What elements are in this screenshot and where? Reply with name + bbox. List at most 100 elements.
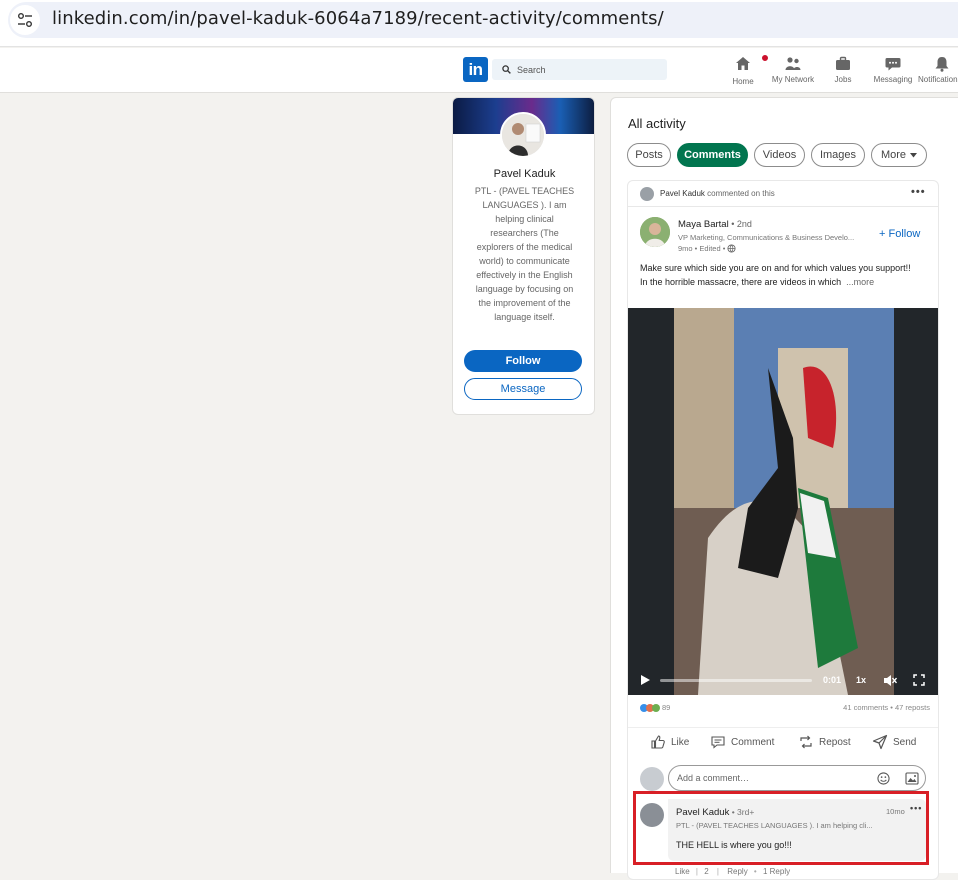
fullscreen-icon[interactable]: [913, 674, 925, 686]
search-icon: [502, 65, 511, 74]
nav-messaging[interactable]: Messaging: [868, 55, 918, 89]
muted-icon[interactable]: [883, 674, 897, 687]
author-meta: 9mo • Edited •: [678, 244, 736, 253]
repost-label: Repost: [819, 736, 851, 748]
post-text-line1: Make sure which side you are on and for …: [640, 263, 911, 273]
send-icon: [872, 734, 888, 750]
bell-icon: [935, 57, 949, 72]
filter-more-label: More: [880, 149, 907, 161]
filter-videos[interactable]: Videos: [754, 143, 805, 167]
comment-label: Comment: [731, 736, 775, 748]
nav-notifications-label: Notifications: [918, 75, 958, 84]
follow-button[interactable]: Follow: [464, 350, 582, 372]
context-name[interactable]: Pavel Kaduk: [660, 189, 705, 198]
comment-like-button[interactable]: Like: [675, 867, 690, 876]
url-text[interactable]: linkedin.com/in/pavel-kaduk-6064a7189/re…: [52, 8, 664, 29]
comment-like-count: 2: [704, 867, 709, 876]
my-avatar: [640, 767, 664, 791]
video-progress-bar[interactable]: [660, 679, 812, 682]
footer-separator: |: [695, 867, 698, 876]
author-headline: VP Marketing, Communications & Business …: [678, 233, 855, 242]
post-actions: Like Comment Repost Send: [628, 727, 938, 755]
post-age: 9mo • Edited •: [678, 244, 726, 253]
comment-reply-button[interactable]: Reply: [727, 867, 747, 876]
context-avatar[interactable]: [640, 187, 654, 201]
context-action: commented on this: [704, 189, 775, 198]
video-time: 0:01: [823, 675, 842, 685]
image-icon[interactable]: [905, 772, 919, 785]
message-button[interactable]: Message: [464, 378, 582, 400]
reaction-count: 89: [662, 703, 671, 712]
like-label: Like: [671, 736, 690, 748]
caret-down-icon: [910, 152, 918, 157]
comment-icon: [711, 736, 725, 749]
filter-more[interactable]: More: [871, 143, 927, 167]
filter-comments[interactable]: Comments: [677, 143, 748, 167]
video-controls: 0:01 1x: [628, 668, 938, 694]
comment-button[interactable]: Comment: [710, 734, 774, 750]
post-context-header: Pavel Kaduk commented on this •••: [628, 181, 938, 207]
post-video[interactable]: 0:01 1x: [628, 308, 938, 695]
footer-separator: |: [716, 867, 719, 876]
post-card: Pavel Kaduk commented on this ••• Maya B…: [627, 180, 939, 880]
follow-author-button[interactable]: + Follow: [879, 228, 920, 240]
chat-icon: [885, 58, 901, 71]
author-name-text: Maya Bartal: [678, 219, 729, 230]
site-info-icon[interactable]: [10, 5, 40, 35]
home-icon: [736, 57, 750, 70]
post-text: Make sure which side you are on and for …: [640, 261, 932, 289]
nav-messaging-label: Messaging: [873, 75, 913, 84]
video-speed-button[interactable]: 1x: [856, 675, 866, 685]
comment-footer: Like | 2 | Reply • 1 Reply: [675, 867, 790, 876]
celebrate-reaction-icon: [652, 703, 660, 712]
repost-button[interactable]: Repost: [798, 734, 851, 750]
like-button[interactable]: Like: [650, 734, 689, 750]
browser-address-bar: linkedin.com/in/pavel-kaduk-6064a7189/re…: [0, 0, 958, 47]
people-icon: [785, 57, 801, 70]
repost-icon: [800, 735, 812, 749]
see-more-link[interactable]: ...more: [846, 277, 874, 287]
comment-input[interactable]: Add a comment…: [668, 765, 926, 791]
briefcase-icon: [836, 56, 850, 70]
activity-panel: All activity Posts Comments Videos Image…: [610, 97, 958, 880]
filter-images[interactable]: Images: [811, 143, 865, 167]
author-degree: • 2nd: [728, 219, 752, 229]
globe-icon: [727, 244, 736, 253]
comment-replies-link[interactable]: 1 Reply: [763, 867, 790, 876]
send-label: Send: [893, 736, 917, 748]
profile-avatar[interactable]: [500, 112, 546, 158]
profile-headline: PTL - (PAVEL TEACHES LANGUAGES ). I am h…: [474, 186, 575, 322]
profile-name[interactable]: Pavel Kaduk: [453, 168, 594, 180]
search-input[interactable]: Search: [492, 59, 667, 80]
filter-posts[interactable]: Posts: [627, 143, 671, 167]
nav-home[interactable]: Home: [718, 54, 769, 89]
profile-card: Pavel Kaduk PTL - (PAVEL TEACHES LANGUAG…: [452, 97, 595, 415]
footer-separator: •: [753, 867, 757, 876]
reaction-summary[interactable]: 89: [640, 703, 670, 712]
linkedin-logo[interactable]: in: [463, 57, 488, 82]
nav-jobs-label: Jobs: [834, 75, 852, 84]
post-context-text: Pavel Kaduk commented on this: [660, 189, 775, 198]
emoji-icon[interactable]: [877, 772, 890, 785]
nav-home-label: Home: [732, 77, 754, 86]
activity-title: All activity: [628, 116, 686, 131]
search-placeholder: Search: [517, 64, 546, 75]
play-icon[interactable]: [639, 674, 651, 686]
highlight-annotation: [633, 791, 929, 865]
nav-my-network[interactable]: My Network: [768, 55, 818, 89]
thumbs-up-icon: [651, 735, 665, 749]
add-comment-row: Add a comment…: [628, 765, 938, 793]
comments-reposts-count[interactable]: 41 comments • 47 reposts: [843, 703, 930, 712]
comment-placeholder: Add a comment…: [677, 773, 750, 783]
nav-notifications[interactable]: Notifications: [918, 55, 958, 89]
author-name[interactable]: Maya Bartal • 2nd: [678, 219, 752, 230]
send-button[interactable]: Send: [872, 734, 916, 750]
social-counts: 89 41 comments • 47 reposts: [640, 703, 930, 715]
post-text-line2-text: In the horrible massacre, there are vide…: [640, 277, 842, 287]
post-options-icon[interactable]: •••: [911, 186, 926, 198]
video-frame: [628, 308, 938, 695]
nav-jobs[interactable]: Jobs: [818, 55, 868, 89]
reaction-icons: [640, 703, 660, 712]
post-text-line2: In the horrible massacre, there are vide…: [640, 275, 932, 289]
author-avatar[interactable]: [640, 217, 670, 247]
